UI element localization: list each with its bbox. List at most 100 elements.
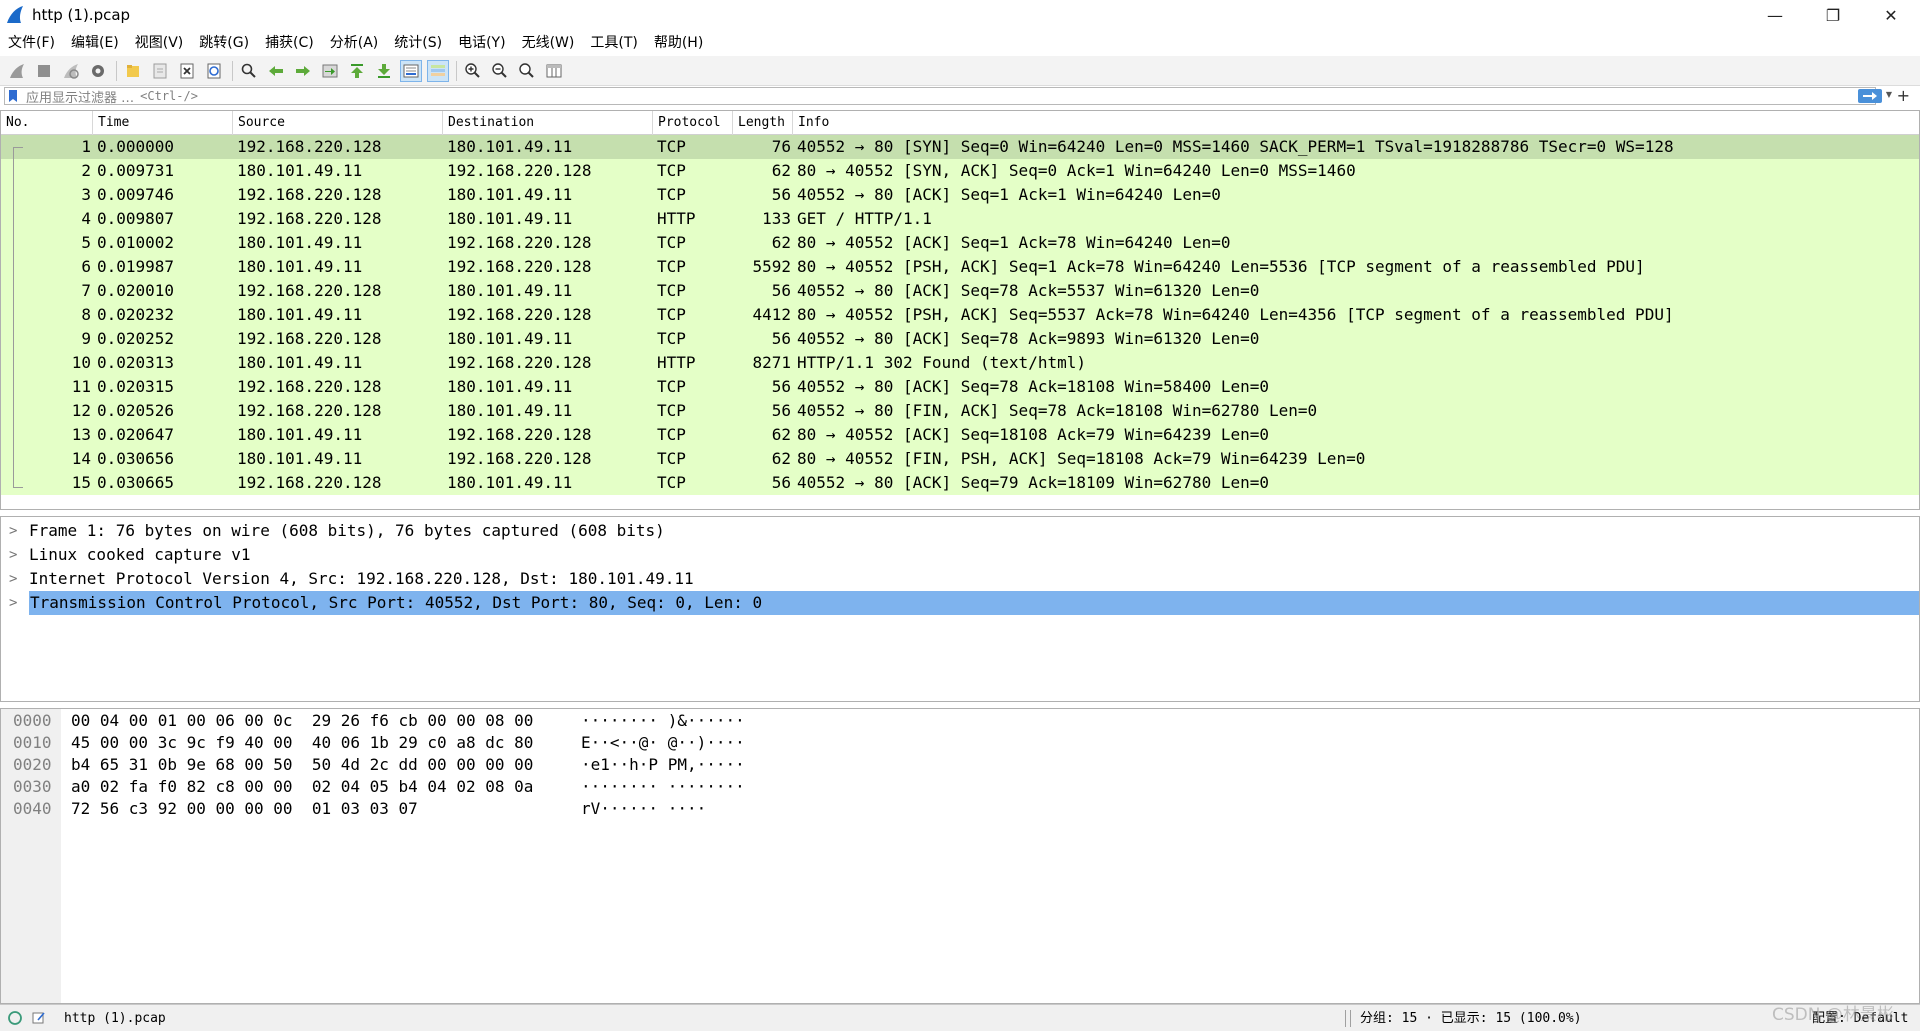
zoom-out-icon[interactable] [489,60,511,82]
menu-help[interactable]: 帮助(H) [646,30,711,56]
zoom-in-icon[interactable] [462,60,484,82]
cell-length: 62 [771,425,791,444]
main-toolbar [0,56,1920,86]
close-file-icon[interactable] [176,60,198,82]
expand-arrow-icon[interactable]: > [9,519,17,543]
close-button[interactable]: ✕ [1862,0,1920,30]
bookmark-icon[interactable] [8,89,20,103]
zoom-reset-icon[interactable] [516,60,538,82]
cell-info: GET / HTTP/1.1 [797,209,932,228]
go-last-icon[interactable] [373,60,395,82]
bytes-row[interactable]: 0040 72 56 c3 92 00 00 00 00 01 03 03 07 r… [1,798,1919,820]
title-bar: http (1).pcap — ❐ ✕ [0,0,1920,30]
expand-arrow-icon[interactable]: > [9,567,17,591]
display-filter-bar: 应用显示过滤器 … <Ctrl-/> ▼ + [0,86,1920,106]
menu-wireless[interactable]: 无线(W) [514,30,583,56]
column-source[interactable]: Source [233,111,443,135]
restore-button[interactable]: ❐ [1804,0,1862,30]
packet-row[interactable]: 8 0.020232 180.101.49.11 192.168.220.128 TCP… [1,303,1919,327]
cell-source: 192.168.220.128 [237,185,382,204]
expand-arrow-icon[interactable]: > [9,543,17,567]
cell-info: 40552 → 80 [FIN, ACK] Seq=78 Ack=18108 W… [797,401,1318,420]
expert-info-icon[interactable] [8,1011,22,1025]
cell-info: 80 → 40552 [ACK] Seq=18108 Ack=79 Win=64… [797,425,1270,444]
cell-source: 192.168.220.128 [237,401,382,420]
packet-row[interactable]: 7 0.020010 192.168.220.128 180.101.49.11 TCP… [1,279,1919,303]
arrow-right-icon [1863,92,1877,100]
expand-arrow-icon[interactable]: > [9,591,17,615]
cell-info: 80 → 40552 [PSH, ACK] Seq=1 Ack=78 Win=6… [797,257,1645,276]
packet-row[interactable]: 14 0.030656 180.101.49.11 192.168.220.128 TC… [1,447,1919,471]
bytes-row[interactable]: 0010 45 00 00 3c 9c f9 40 00 40 06 1b 29 … [1,732,1919,754]
bytes-row[interactable]: 0020 b4 65 31 0b 9e 68 00 50 50 4d 2c dd … [1,754,1919,776]
bytes-row[interactable]: 0030 a0 02 fa f0 82 c8 00 00 02 04 05 b4 … [1,776,1919,798]
cell-length: 4412 [752,305,791,324]
packet-row[interactable]: 1 0.000000 192.168.220.128 180.101.49.11 TCP… [1,135,1919,159]
cell-length: 56 [771,473,791,492]
filter-placeholder: 应用显示过滤器 … [26,90,135,106]
autoscroll-icon[interactable] [400,59,422,82]
packet-row[interactable]: 11 0.020315 192.168.220.128 180.101.49.11 TC… [1,375,1919,399]
column-info[interactable]: Info [793,111,1919,135]
menu-telephony[interactable]: 电话(Y) [450,30,513,56]
detail-row-linux-cooked[interactable]: > Linux cooked capture v1 [1,543,1919,567]
column-destination[interactable]: Destination [443,111,653,135]
column-length[interactable]: Length [733,111,793,135]
capture-comment-icon[interactable] [32,1011,46,1025]
stop-icon[interactable] [33,60,55,82]
packet-row[interactable]: 5 0.010002 180.101.49.11 192.168.220.128 TCP… [1,231,1919,255]
packet-row[interactable]: 2 0.009731 180.101.49.11 192.168.220.128 TCP… [1,159,1919,183]
cell-source: 180.101.49.11 [237,257,363,276]
menu-analyze[interactable]: 分析(A) [322,30,387,56]
bytes-hex: a0 02 fa f0 82 c8 00 00 02 04 05 b4 04 0… [71,777,534,796]
packet-row[interactable]: 10 0.020313 180.101.49.11 192.168.220.128 HT… [1,351,1919,375]
packet-row[interactable]: 15 0.030665 192.168.220.128 180.101.49.11 TC… [1,471,1919,495]
column-protocol[interactable]: Protocol [653,111,733,135]
detail-row-tcp[interactable]: > Transmission Control Protocol, Src Por… [1,591,1919,615]
column-time[interactable]: Time [93,111,233,135]
options-gear-icon[interactable] [87,60,109,82]
bytes-row[interactable]: 0000 00 04 00 01 00 06 00 0c 29 26 f6 cb … [1,710,1919,732]
detail-row-frame[interactable]: > Frame 1: 76 bytes on wire (608 bits), … [1,519,1919,543]
resize-columns-icon[interactable] [543,60,565,82]
menu-capture[interactable]: 捕获(C) [257,30,322,56]
menu-edit[interactable]: 编辑(E) [63,30,127,56]
apply-filter-button[interactable] [1858,89,1882,103]
go-back-icon[interactable] [265,60,287,82]
go-forward-icon[interactable] [292,60,314,82]
column-no[interactable]: No. [1,111,93,135]
find-icon[interactable] [238,60,260,82]
cell-protocol: TCP [657,281,686,300]
menu-go[interactable]: 跳转(G) [191,30,257,56]
menu-file[interactable]: 文件(F) [0,30,63,56]
shark-fin-icon[interactable] [6,60,28,82]
packet-row[interactable]: 6 0.019987 180.101.49.11 192.168.220.128 TCP… [1,255,1919,279]
cell-length: 56 [771,329,791,348]
go-first-icon[interactable] [346,60,368,82]
restart-icon[interactable] [60,60,82,82]
status-profile[interactable]: 配置: Default [1812,1005,1908,1031]
bytes-ascii: ········ ········ [581,777,745,796]
detail-row-ipv4[interactable]: > Internet Protocol Version 4, Src: 192.… [1,567,1919,591]
colorize-icon[interactable] [427,59,449,82]
display-filter-input[interactable]: 应用显示过滤器 … <Ctrl-/> [4,87,1876,106]
bytes-offset: 0010 [13,733,52,752]
packet-row[interactable]: 4 0.009807 192.168.220.128 180.101.49.11 HTT… [1,207,1919,231]
packet-row[interactable]: 9 0.020252 192.168.220.128 180.101.49.11 TCP… [1,327,1919,351]
cell-source: 180.101.49.11 [237,353,363,372]
open-folder-icon[interactable] [122,60,144,82]
cell-source: 192.168.220.128 [237,281,382,300]
minimize-button[interactable]: — [1746,0,1804,30]
packet-row[interactable]: 13 0.020647 180.101.49.11 192.168.220.128 TC… [1,423,1919,447]
add-filter-button[interactable]: + [1897,86,1910,106]
cell-destination: 180.101.49.11 [447,377,573,396]
menu-statistics[interactable]: 统计(S) [386,30,450,56]
go-to-packet-icon[interactable] [319,60,341,82]
packet-row[interactable]: 3 0.009746 192.168.220.128 180.101.49.11 TCP… [1,183,1919,207]
menu-view[interactable]: 视图(V) [127,30,192,56]
save-file-icon[interactable] [149,60,171,82]
filter-history-dropdown[interactable]: ▼ [1886,90,1892,99]
menu-tools[interactable]: 工具(T) [582,30,645,56]
reload-icon[interactable] [203,60,225,82]
packet-row[interactable]: 12 0.020526 192.168.220.128 180.101.49.11 TC… [1,399,1919,423]
